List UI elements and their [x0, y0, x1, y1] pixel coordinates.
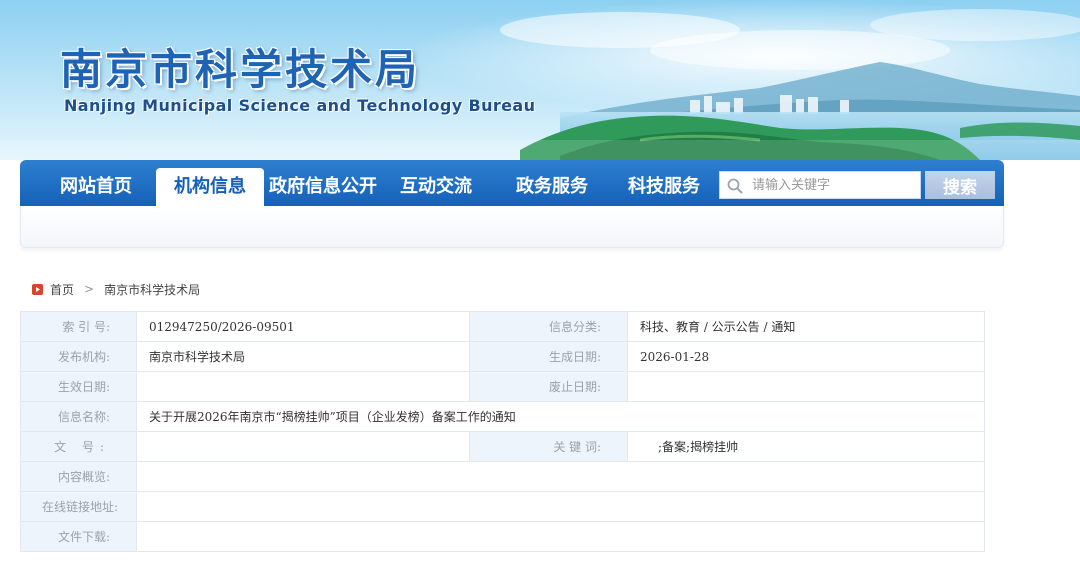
- info-name-label: 信息名称:: [20, 401, 137, 432]
- nav-item-tech-services[interactable]: 科技服务: [610, 168, 718, 206]
- home-icon: [32, 283, 43, 295]
- search-box: [719, 171, 921, 199]
- summary-label: 内容概览:: [20, 461, 137, 492]
- table-row: 信息名称: 关于开展2026年南京市“揭榜挂帅”项目（企业发榜）备案工作的通知: [20, 401, 985, 432]
- nav-item-gov-info-disclosure[interactable]: 政府信息公开: [266, 168, 380, 206]
- nav-item-gov-services[interactable]: 政务服务: [496, 168, 608, 206]
- breadcrumb: 首页 > 南京市科学技术局: [32, 280, 200, 298]
- file-download-value[interactable]: [136, 521, 985, 552]
- document-number-value: [136, 431, 470, 462]
- table-row: 文 号: 关 键 词: ;备案;揭榜挂帅: [20, 431, 985, 462]
- summary-value: [136, 461, 985, 492]
- nav-item-home[interactable]: 网站首页: [42, 168, 150, 206]
- category-value: 科技、教育 / 公示公告 / 通知: [627, 311, 985, 342]
- publisher-label: 发布机构:: [20, 341, 137, 372]
- table-row: 在线链接地址:: [20, 491, 985, 522]
- index-number-value: 012947250/2026-09501: [136, 311, 470, 342]
- category-label: 信息分类:: [469, 311, 628, 342]
- index-number-label: 索 引 号:: [20, 311, 137, 342]
- publisher-value: 南京市科学技术局: [136, 341, 470, 372]
- header-banner: 南京市科学技术局 Nanjing Municipal Science and T…: [0, 0, 1080, 160]
- table-row: 文件下载:: [20, 521, 985, 552]
- nav-item-interaction[interactable]: 互动交流: [384, 168, 488, 206]
- site-subtitle: Nanjing Municipal Science and Technology…: [64, 96, 536, 115]
- file-download-label: 文件下载:: [20, 521, 137, 552]
- keywords-label: 关 键 词:: [469, 431, 628, 462]
- sub-nav-bar: [20, 206, 1004, 248]
- table-row: 索 引 号: 012947250/2026-09501 信息分类: 科技、教育 …: [20, 311, 985, 342]
- breadcrumb-home-link[interactable]: 首页: [50, 281, 74, 298]
- search-icon: [727, 178, 743, 194]
- keywords-value: ;备案;揭榜挂帅: [627, 431, 985, 462]
- online-link-label: 在线链接地址:: [20, 491, 137, 522]
- expiry-date-label: 废止日期:: [469, 371, 628, 402]
- effective-date-value: [136, 371, 470, 402]
- main-nav: 网站首页 机构信息 政府信息公开 互动交流 政务服务 科技服务 搜索: [20, 160, 1004, 206]
- document-info-table: 索 引 号: 012947250/2026-09501 信息分类: 科技、教育 …: [20, 311, 985, 552]
- search-input[interactable]: [752, 172, 918, 198]
- created-date-value: 2026-01-28: [627, 341, 985, 372]
- search-button[interactable]: 搜索: [925, 171, 995, 199]
- document-number-label: 文 号:: [20, 431, 137, 462]
- site-title: 南京市科学技术局: [60, 45, 421, 94]
- expiry-date-value: [627, 371, 985, 402]
- online-link-value[interactable]: [136, 491, 985, 522]
- table-row: 发布机构: 南京市科学技术局 生成日期: 2026-01-28: [20, 341, 985, 372]
- breadcrumb-separator: >: [84, 282, 95, 296]
- effective-date-label: 生效日期:: [20, 371, 137, 402]
- info-name-value: 关于开展2026年南京市“揭榜挂帅”项目（企业发榜）备案工作的通知: [136, 401, 985, 432]
- nav-item-agency-info[interactable]: 机构信息: [156, 168, 264, 206]
- breadcrumb-current[interactable]: 南京市科学技术局: [104, 281, 200, 298]
- table-row: 内容概览:: [20, 461, 985, 492]
- table-row: 生效日期: 废止日期:: [20, 371, 985, 402]
- created-date-label: 生成日期:: [469, 341, 628, 372]
